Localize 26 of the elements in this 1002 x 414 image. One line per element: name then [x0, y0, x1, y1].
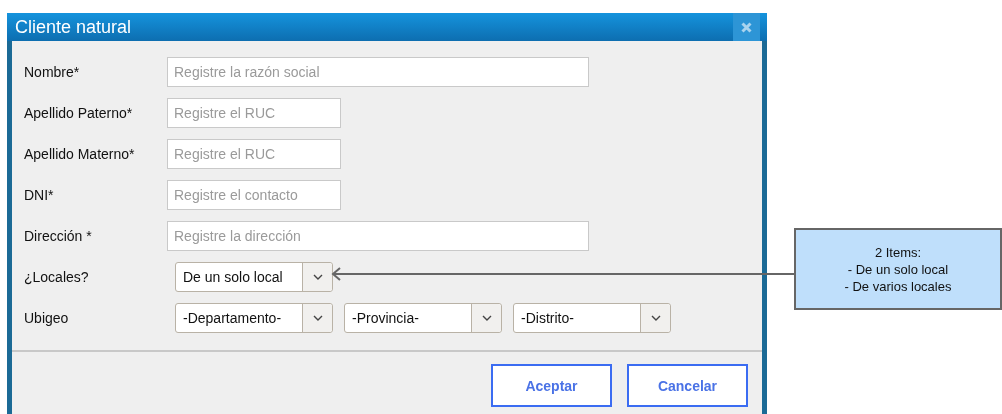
- window-title: Cliente natural: [15, 16, 132, 38]
- annotation-text: 2 Items: - De un solo local - De varios locales: [844, 243, 952, 295]
- dropdown[interactable]: -Provincia-: [344, 303, 502, 333]
- caret-icon: [650, 315, 661, 321]
- cancel-button[interactable]: Cancelar: [627, 364, 748, 407]
- field-label: DNI*: [24, 187, 55, 203]
- caret-icon: [481, 315, 492, 321]
- field-label: ¿Locales?: [24, 269, 90, 285]
- field-label: Apellido Materno*: [24, 146, 136, 162]
- accept-button[interactable]: Aceptar: [491, 364, 612, 407]
- field-label: Nombre*: [24, 64, 81, 80]
- input-field[interactable]: Registre la dirección: [167, 221, 589, 251]
- input-field[interactable]: Registre la razón social: [167, 57, 589, 87]
- dropdown[interactable]: -Distrito-: [513, 303, 671, 333]
- close-button[interactable]: [733, 13, 760, 41]
- close-icon: [741, 21, 752, 33]
- input-field[interactable]: Registre el RUC: [167, 98, 341, 128]
- caret-icon: [312, 274, 323, 280]
- dropdown[interactable]: De un solo local: [175, 262, 333, 292]
- dropdown[interactable]: -Departamento-: [175, 303, 333, 333]
- input-field[interactable]: Registre el contacto: [167, 180, 341, 210]
- field-label: Apellido Paterno*: [24, 105, 134, 121]
- field-label: Dirección *: [24, 228, 93, 244]
- input-field[interactable]: Registre el RUC: [167, 139, 341, 169]
- field-label: Ubigeo: [24, 310, 70, 326]
- caret-icon: [312, 315, 323, 321]
